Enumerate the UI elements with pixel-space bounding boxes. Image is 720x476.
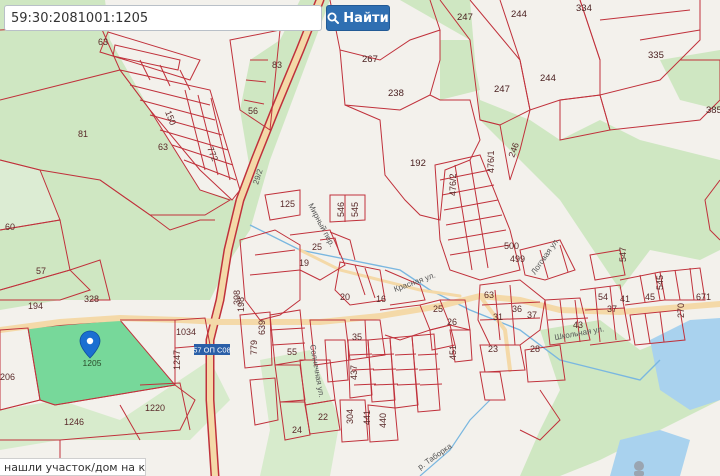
parcel-label: 546 — [336, 202, 346, 217]
parcel-label: 19 — [299, 258, 309, 268]
parcel-label: 437 — [349, 365, 359, 380]
parcel-label: 671 — [696, 292, 711, 302]
parcel-label: 20 — [340, 292, 350, 302]
parcel-label: 16 — [376, 294, 386, 304]
parcel-label: 500 — [504, 241, 519, 251]
prompt-text: нашли участок/дом на карте? — [4, 461, 146, 474]
parcel-label: 125 — [280, 199, 295, 209]
parcel-label: 54 — [598, 292, 608, 302]
parcel-label: 779 — [249, 340, 259, 355]
parcel-label: 23 — [488, 344, 498, 354]
parcel-label: 545 — [350, 202, 360, 217]
parcel-label: 441 — [362, 410, 372, 425]
found-parcel-prompt[interactable]: нашли участок/дом на карте? — [0, 458, 146, 476]
parcel-label: 499 — [510, 254, 525, 264]
parcel-label: 206 — [0, 372, 15, 382]
search-button-label: Найти — [343, 10, 389, 26]
search-input[interactable] — [4, 5, 322, 31]
parcel-label: 37 — [527, 310, 537, 320]
parcel-label: 63 — [158, 142, 168, 152]
parcel-label: 335 — [648, 50, 664, 61]
parcel-label: 83 — [272, 60, 282, 70]
parcel-label: 334 — [576, 3, 592, 14]
road-badge: 57 ОП С08 — [193, 344, 231, 355]
parcel-label: 22 — [318, 412, 328, 422]
parcel-label: 194 — [28, 301, 43, 311]
parcel-label: 267 — [362, 54, 378, 65]
parcel-label: 247 — [457, 12, 473, 23]
parcel-label: 25 — [312, 242, 322, 252]
road-badge-text: 57 ОП С08 — [193, 346, 231, 355]
parcel-label: 440 — [378, 413, 388, 428]
parcel-label: 36 — [512, 304, 522, 314]
parcel-label: 247 — [494, 84, 510, 95]
parcel-label: 43 — [573, 320, 583, 330]
parcel-label: 63 — [98, 37, 108, 47]
parcel-label: 63 — [484, 290, 494, 300]
parcel-label: 398 — [232, 290, 242, 305]
parcel-label: 304 — [345, 409, 355, 424]
parcel-label: 56 — [248, 106, 258, 116]
parcel-label: 545 — [655, 275, 665, 290]
parcel-label: 1220 — [145, 403, 165, 413]
search-bar: Найти — [4, 5, 390, 31]
parcel-label: 81 — [78, 129, 88, 139]
parcel-label: 25 — [433, 304, 443, 314]
search-icon — [327, 12, 340, 24]
parcel-label: 451 — [448, 345, 458, 360]
parcel-label: 476/2 — [448, 173, 458, 196]
parcel-label: 31 — [493, 312, 503, 322]
parcel-label: 192 — [410, 158, 426, 169]
parcel-label: 385 — [706, 105, 720, 116]
parcel-label: 1247 — [172, 350, 182, 370]
cadastral-map[interactable]: 57 ОП С08 29/2 Мирный пер. Красная ул. С… — [0, 0, 720, 476]
parcel-label: 244 — [511, 9, 527, 20]
parcel-label: 41 — [620, 294, 630, 304]
parcel-label: 60 — [5, 222, 15, 232]
parcel-label: 1034 — [176, 327, 196, 337]
parcel-label: 55 — [287, 347, 297, 357]
parcel-label: 270 — [676, 303, 686, 318]
parcel-label: 328 — [84, 294, 99, 304]
marker-label: 1205 — [83, 358, 102, 368]
parcel-label: 45 — [645, 292, 655, 302]
parcel-label: 37 — [607, 304, 617, 314]
parcel-label: 28 — [530, 344, 540, 354]
parcel-label: 24 — [292, 425, 302, 435]
search-button[interactable]: Найти — [326, 5, 390, 31]
parcel-label: 26 — [447, 317, 457, 327]
parcel-label: 244 — [540, 73, 556, 84]
parcel-label: 547 — [618, 247, 628, 262]
parcel-label: 238 — [388, 88, 404, 99]
marker-dot — [86, 337, 94, 345]
street-view-icon[interactable] — [634, 461, 644, 476]
parcel-label: 35 — [352, 332, 362, 342]
parcel-label: 57 — [36, 266, 46, 276]
parcel-label: 476/1 — [486, 150, 496, 173]
parcel-label: 639 — [257, 320, 267, 335]
parcel-label: 1246 — [64, 417, 84, 427]
